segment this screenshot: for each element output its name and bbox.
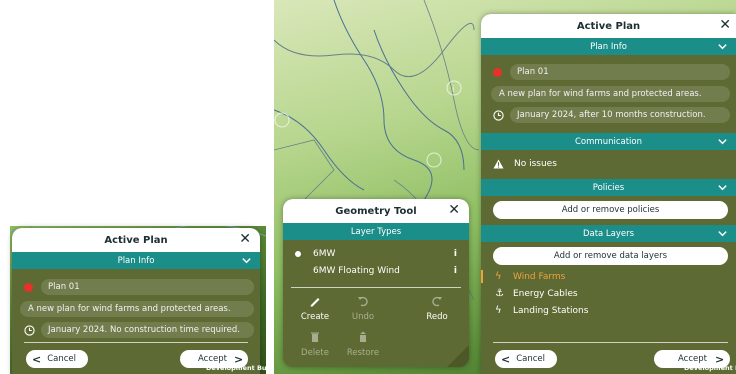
info-icon[interactable]: i [454, 266, 457, 276]
plan-name-field[interactable]: Plan 01 [41, 279, 254, 295]
redo-icon [432, 296, 442, 307]
clock-icon [24, 324, 35, 336]
development-build-watermark: Development Buil [206, 364, 272, 372]
panel-title: Active Plan [104, 234, 168, 246]
layer-item-energy-cables[interactable]: ⚓ Energy Cables [495, 287, 736, 300]
cancel-button[interactable]: < Cancel [495, 350, 557, 368]
active-plan-panel-small: Active Plan ✕ Plan Info Plan 01 A new pl… [12, 228, 260, 374]
info-icon[interactable]: i [454, 249, 457, 259]
communication-bar[interactable]: Communication [481, 133, 736, 150]
development-build-watermark: Development B [684, 364, 736, 372]
panel-header: Active Plan ✕ [12, 228, 260, 252]
wind-icon: ϟ [495, 271, 502, 282]
undo-tool-button[interactable]: Undo [337, 294, 389, 322]
panel-corner-decoration [447, 345, 469, 367]
panel-title: Active Plan [576, 20, 641, 32]
plan-info-bar[interactable]: Plan Info [12, 252, 260, 269]
trash-icon [311, 332, 319, 342]
restore-tool-button[interactable]: Restore [337, 330, 389, 358]
station-icon: ϟ [495, 305, 502, 316]
delete-tool-button[interactable]: Delete [289, 330, 341, 358]
chevron-down-icon[interactable] [717, 228, 728, 239]
geometry-tool-panel: Geometry Tool ✕ Layer Types 6MW i 6MW Fl… [283, 199, 469, 367]
policies-bar[interactable]: Policies [481, 179, 736, 196]
active-layer-indicator [481, 270, 483, 283]
divider [291, 287, 461, 288]
chevron-down-icon[interactable] [241, 255, 252, 266]
clock-icon [493, 109, 504, 121]
divider [493, 342, 728, 343]
panel-header: Geometry Tool ✕ [283, 199, 469, 223]
cable-icon: ⚓ [495, 288, 504, 299]
data-layers-bar[interactable]: Data Layers [481, 225, 736, 242]
selected-dot-icon [295, 251, 301, 257]
chevron-down-icon[interactable] [717, 41, 728, 52]
undo-icon [358, 296, 368, 307]
plan-description-field[interactable]: A new plan for wind farms and protected … [491, 86, 730, 102]
layer-type-item[interactable]: 6MW i [295, 249, 457, 259]
close-icon[interactable]: ✕ [719, 18, 731, 32]
layer-item-landing-stations[interactable]: ϟ Landing Stations [495, 304, 736, 317]
close-icon[interactable]: ✕ [448, 203, 460, 217]
panel-header: Active Plan ✕ [481, 14, 736, 38]
panel-title: Geometry Tool [335, 205, 417, 217]
add-remove-data-layers-button[interactable]: Add or remove data layers [493, 247, 728, 265]
layer-types-bar: Layer Types [283, 223, 469, 240]
plan-info-bar[interactable]: Plan Info [481, 38, 736, 55]
plan-description-field[interactable]: A new plan for wind farms and protected … [20, 301, 254, 317]
plan-color-dot[interactable] [493, 67, 502, 77]
chevron-left-icon: < [32, 352, 42, 366]
chevron-down-icon[interactable] [717, 182, 728, 193]
chevron-down-icon[interactable] [717, 136, 728, 147]
redo-tool-button[interactable]: Redo [411, 294, 463, 322]
restore-icon [360, 331, 366, 342]
layer-item-wind-farms[interactable]: ϟ Wind Farms [495, 270, 736, 283]
layer-type-item[interactable]: 6MW Floating Wind i [313, 266, 457, 276]
plan-info-label: Plan Info [117, 255, 155, 266]
chevron-left-icon: < [501, 352, 511, 366]
plan-timeline-field[interactable]: January 2024, after 10 months constructi… [510, 107, 730, 123]
plan-name-field[interactable]: Plan 01 [510, 64, 730, 80]
add-remove-policies-button[interactable]: Add or remove policies [493, 201, 728, 219]
warning-icon [493, 159, 504, 169]
divider [24, 342, 248, 343]
cancel-button[interactable]: < Cancel [26, 350, 88, 368]
create-tool-button[interactable]: Create [289, 294, 341, 322]
close-icon[interactable]: ✕ [239, 232, 251, 246]
plan-timeline-field[interactable]: January 2024. No construction time requi… [41, 322, 254, 338]
svg-text:i: i [452, 85, 455, 95]
communication-status: No issues [514, 159, 557, 169]
active-plan-panel: Active Plan ✕ Plan Info Plan 01 A new pl… [481, 14, 736, 374]
plan-color-dot[interactable] [24, 282, 33, 292]
pencil-icon [310, 298, 320, 307]
